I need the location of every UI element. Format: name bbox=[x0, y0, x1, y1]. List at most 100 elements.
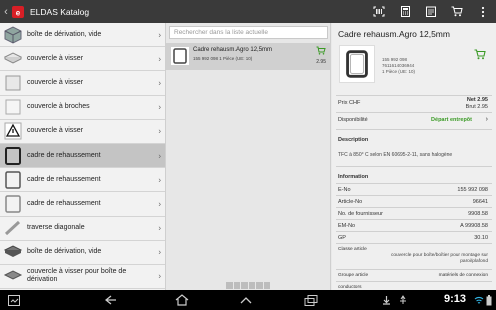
search-input[interactable]: Rechercher dans la liste actuelle bbox=[169, 26, 328, 39]
info-value: 96641 bbox=[472, 199, 488, 205]
chevron-right-icon: › bbox=[158, 151, 161, 161]
back-chevron-icon[interactable]: ‹ bbox=[2, 0, 10, 23]
frame-thumbnail-icon bbox=[171, 47, 189, 65]
result-meta: 155 992 098 1 Pièce (UE: 10) bbox=[193, 56, 253, 61]
chevron-right-icon: › bbox=[158, 102, 161, 112]
warning-cover-icon bbox=[4, 122, 22, 140]
list-item[interactable]: traverse diagonale › bbox=[0, 217, 165, 241]
action-bar: ‹ e ELDAS Katalog bbox=[0, 0, 496, 23]
info-value: 30.10 bbox=[474, 235, 488, 241]
pin-cover-icon bbox=[5, 99, 21, 115]
clipboard-icon bbox=[426, 6, 436, 17]
list-item[interactable]: couvercle à visser › bbox=[0, 47, 165, 72]
overflow-dots-icon bbox=[481, 6, 485, 17]
detail-codes: 155 992 098 7611614036944 1 Pièce (UE: 1… bbox=[382, 57, 416, 74]
screw-cover-icon bbox=[5, 75, 21, 91]
screw-cover-icon bbox=[3, 270, 23, 281]
battery-icon bbox=[486, 290, 492, 310]
list-item[interactable]: boîte de dérivation, vide › bbox=[0, 241, 165, 265]
product-list: boîte de dérivation, vide › couvercle à … bbox=[0, 23, 166, 290]
divider bbox=[336, 95, 492, 96]
usb-icon bbox=[398, 290, 408, 310]
info-value: matériels de connexion bbox=[438, 273, 488, 278]
divider bbox=[336, 183, 492, 184]
barcode-scan-button[interactable] bbox=[366, 0, 392, 23]
calculator-button[interactable] bbox=[392, 0, 418, 23]
divider bbox=[336, 243, 492, 244]
chevron-right-icon: › bbox=[158, 199, 161, 209]
svg-text:e: e bbox=[16, 8, 21, 17]
junction-box-icon bbox=[3, 245, 23, 258]
back-button[interactable] bbox=[100, 290, 126, 310]
recent-apps-button[interactable] bbox=[298, 290, 324, 310]
info-key: Classe article bbox=[338, 247, 367, 252]
price-label: Prix CHF bbox=[338, 100, 361, 106]
availability-label: Disponibilité bbox=[338, 117, 368, 123]
divider bbox=[336, 281, 492, 282]
chevron-right-icon: › bbox=[158, 54, 161, 64]
chevron-right-icon: › bbox=[158, 223, 161, 233]
app-window: ‹ e ELDAS Katalog boîte de dérivation, v… bbox=[0, 0, 496, 310]
screw-cover-icon bbox=[3, 52, 23, 64]
list-item-selected[interactable]: cadre de rehaussement › bbox=[0, 143, 165, 169]
info-key: E-No bbox=[338, 187, 351, 193]
divider bbox=[336, 269, 492, 270]
home-icon bbox=[175, 294, 189, 306]
info-value: 155 992 098 bbox=[457, 187, 488, 193]
screenshot-icon bbox=[8, 294, 20, 306]
app-title: ELDAS Katalog bbox=[30, 6, 90, 17]
info-value: A 99908.58 bbox=[460, 223, 488, 229]
results-panel: Rechercher dans la liste actuelle Cadre … bbox=[166, 23, 331, 290]
net-price: Net 2.95 bbox=[466, 97, 488, 103]
chevron-right-icon: › bbox=[158, 30, 161, 40]
page-indicator bbox=[226, 282, 270, 289]
info-key: EM-No bbox=[338, 223, 356, 229]
chevron-right-icon: › bbox=[158, 271, 161, 281]
junction-box-icon bbox=[4, 26, 22, 44]
info-key: GP bbox=[338, 235, 346, 241]
gross-price: Brut 2.95 bbox=[465, 104, 488, 110]
frame-icon bbox=[5, 170, 21, 189]
add-to-cart-icon[interactable] bbox=[474, 49, 486, 60]
list-button[interactable] bbox=[418, 0, 444, 23]
chevron-right-icon: › bbox=[158, 247, 161, 257]
chevron-right-icon[interactable]: › bbox=[486, 116, 488, 123]
list-item[interactable]: couvercle à broches › bbox=[0, 96, 165, 120]
detail-title: Cadre rehausm.Agro 12,5mm bbox=[338, 29, 450, 39]
cart-icon bbox=[451, 6, 463, 17]
back-arrow-icon bbox=[105, 295, 116, 305]
availability-value: Départ entrepôt bbox=[431, 117, 472, 123]
result-row[interactable]: Cadre rehausm.Agro 12,5mm 155 992 098 1 … bbox=[166, 43, 331, 70]
divider bbox=[336, 195, 492, 196]
divider bbox=[336, 129, 492, 130]
list-item[interactable]: couvercle à visser › bbox=[0, 120, 165, 144]
frame-icon bbox=[5, 146, 21, 165]
divider bbox=[336, 207, 492, 208]
divider bbox=[336, 219, 492, 220]
cart-button[interactable] bbox=[444, 0, 470, 23]
screenshot-button[interactable] bbox=[4, 290, 24, 310]
list-item[interactable]: cadre de rehaussement › bbox=[0, 192, 165, 217]
divider bbox=[336, 231, 492, 232]
list-item[interactable]: couvercle à visser › bbox=[0, 71, 165, 96]
calculator-icon bbox=[400, 6, 410, 17]
recent-apps-icon bbox=[304, 294, 318, 306]
eldas-logo-icon[interactable]: e bbox=[11, 5, 25, 19]
result-name: Cadre rehausm.Agro 12,5mm bbox=[193, 47, 273, 53]
frame-icon bbox=[5, 195, 21, 213]
list-item[interactable]: couvercle à visser pour boîte de dérivat… bbox=[0, 265, 165, 290]
list-item[interactable]: boîte de dérivation, vide › bbox=[0, 23, 165, 48]
system-nav-bar: 9:13 bbox=[0, 290, 496, 310]
list-item[interactable]: cadre de rehaussement › bbox=[0, 168, 165, 193]
add-to-cart-icon[interactable] bbox=[316, 46, 326, 55]
info-value: couvercle pour boîte/boîtier pour montag… bbox=[390, 253, 488, 264]
info-value: 9908.58 bbox=[468, 211, 488, 217]
home-button[interactable] bbox=[169, 290, 195, 310]
overflow-menu-button[interactable] bbox=[470, 0, 496, 23]
information-heading: Information bbox=[338, 174, 369, 180]
product-image bbox=[339, 45, 375, 83]
menu-up-button[interactable] bbox=[233, 290, 259, 310]
barcode-icon bbox=[373, 6, 385, 17]
download-icon bbox=[382, 290, 391, 310]
chevron-up-icon bbox=[240, 297, 252, 304]
